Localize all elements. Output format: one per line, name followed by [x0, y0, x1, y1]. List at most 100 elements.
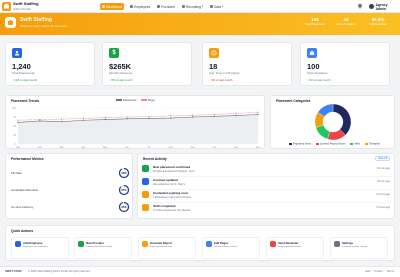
add-employee-button[interactable]: Add Employee Register a new employee — [11, 237, 69, 259]
donut-slice — [332, 103, 352, 136]
chevron-down-icon: ▾ — [221, 5, 224, 8]
nav-data[interactable]: Data ▾ — [208, 3, 225, 10]
edit-pages-button[interactable]: Edit Pages Update website content — [202, 237, 260, 259]
bell-icon — [270, 241, 276, 247]
stat-value: 18 — [209, 62, 218, 71]
data-point — [60, 118, 63, 120]
x-tick-label: Oct — [212, 146, 216, 149]
user-menu[interactable]: Agency Admin — [369, 2, 397, 11]
card-title: Performance Metrics — [11, 157, 44, 161]
clock-icon — [209, 48, 219, 58]
metric-label: On-time Delivery — [11, 205, 34, 209]
header-stat: 156 Total Placements — [305, 17, 325, 26]
document-icon — [142, 178, 149, 185]
settings-button[interactable]: Settings Configure system settings — [330, 237, 388, 259]
x-tick-label: May — [103, 146, 108, 149]
activity-item[interactable]: New placement confirmed RN placed at Mem… — [142, 164, 392, 177]
data-point — [60, 120, 63, 123]
data-point — [257, 113, 259, 116]
x-tick-label: Feb — [38, 146, 43, 149]
user-name: Agency Admin — [375, 2, 388, 11]
page-title: Swift Staffing — [20, 17, 52, 23]
placement-categories-card: Placement Categories Registered Nurse Li… — [270, 95, 395, 149]
logo-icon[interactable] — [2, 2, 11, 11]
data-point — [104, 118, 106, 121]
data-point — [213, 115, 216, 117]
top-nav: Swift Staffing Admin Portal Dashboard Em… — [0, 0, 400, 13]
footer-link[interactable]: Help — [365, 270, 370, 273]
nav-recruiting[interactable]: Recruiting ▾ — [180, 3, 205, 10]
ring-value: 87% — [121, 188, 127, 192]
footer-logo: SWIFT STAFF — [5, 270, 22, 273]
card-title: Recent Activity — [143, 157, 167, 161]
x-tick-label: Jan — [16, 146, 21, 149]
staffing-icon — [5, 17, 16, 28]
x-tick-label: Aug — [169, 146, 174, 149]
stat-trend: ↑ 8% vs last month — [109, 78, 133, 82]
providers-icon — [157, 5, 160, 8]
stat-card-placements[interactable]: 1,240 Total Placements ↑ 12% vs last mon… — [5, 42, 95, 86]
footer-links: Help Privacy Terms — [365, 270, 394, 273]
y-tick-label: 25 — [13, 134, 16, 137]
brand: Swift Staffing Admin Portal — [13, 1, 39, 12]
data-point — [82, 117, 85, 120]
nav-dashboard[interactable]: Dashboard — [100, 3, 125, 10]
activity-sub: 12 shifts completed at City Medical — [153, 209, 190, 212]
activity-sub: RN placed at Memorial Hospital · Unit 4 — [153, 170, 195, 173]
x-tick-label: Jun — [125, 146, 130, 149]
activity-title: Shift completed — [153, 204, 176, 208]
legend-item: Therapists — [364, 143, 380, 146]
footer-link[interactable]: Terms — [387, 270, 394, 273]
page-subtitle: Welcome back. Here's an overview. — [20, 24, 68, 28]
legend-item: Registered Nurse — [289, 143, 311, 146]
activity-sub: 3 RN licenses expire within 30 days — [153, 196, 191, 199]
data-point — [17, 121, 19, 124]
send-reminder-button[interactable]: Send Reminder Notify credential holders — [266, 237, 324, 259]
dollar-icon: $ — [109, 48, 119, 58]
users-icon — [12, 48, 22, 58]
view-all-button[interactable]: View All — [374, 156, 390, 161]
data-point — [104, 117, 106, 119]
ring-value: 92% — [121, 171, 127, 175]
placement-trends-card: Placement Trends Placements Target 0 25 50… — [5, 95, 265, 149]
footer-copyright: © 2025 Swift Staffing Admin Portal. All … — [28, 270, 91, 273]
y-tick-label: 100 — [12, 107, 17, 110]
nav-employees[interactable]: Employees — [128, 3, 152, 10]
new-provider-button[interactable]: New Provider Onboard healthcare facility — [74, 237, 132, 259]
stat-trend: ↑ 5% vs last month — [307, 78, 331, 82]
stat-card-open-positions[interactable]: 100 Open Positions ↑ 5% vs last month — [300, 42, 390, 86]
stat-card-time-to-fill[interactable]: 18 Avg. Time to Fill (days) ↓ 3% vs last… — [202, 42, 292, 86]
activity-title: New placement confirmed — [153, 165, 191, 169]
user-plus-icon — [15, 241, 21, 247]
data-point — [17, 119, 19, 121]
chevron-down-icon: ▾ — [201, 5, 204, 8]
activity-item[interactable]: Shift completed 12 shifts completed at C… — [142, 203, 392, 216]
y-tick-label: 50 — [13, 125, 16, 128]
ring-value: 95% — [121, 205, 127, 209]
stat-value: $265K — [109, 62, 132, 71]
brand-tagline: Admin Portal — [13, 7, 31, 11]
footer-link[interactable]: Privacy — [374, 270, 383, 273]
metric-ring: 92% — [118, 167, 130, 179]
stat-card-revenue[interactable]: $ $265K Monthly Revenue ↑ 8% vs last mon… — [102, 42, 192, 86]
check-icon — [142, 165, 149, 172]
metric-label: Fill Rate — [11, 171, 23, 175]
bell-icon[interactable] — [357, 3, 363, 9]
donut-chart — [314, 103, 352, 141]
stat-trend: ↓ 3% vs last month — [209, 78, 233, 82]
dashboard-icon — [102, 5, 105, 8]
performance-metrics-card: Performance Metrics Fill Rate Candidate … — [5, 153, 133, 219]
nav-providers[interactable]: Providers — [155, 3, 177, 10]
avatar — [369, 4, 374, 9]
data-point — [257, 111, 259, 114]
x-tick-label: Apr — [82, 146, 86, 149]
stat-label: Open Positions — [307, 71, 328, 75]
metric-ring: 87% — [118, 184, 130, 196]
activity-item[interactable]: Contract updated Rate adjustment for St.… — [142, 177, 392, 190]
activity-item[interactable]: Credential expiring soon 3 RN licenses e… — [142, 190, 392, 203]
brand-name: Swift Staffing — [13, 1, 39, 6]
generate-report-button[interactable]: Generate Report Export placement data — [138, 237, 196, 259]
footer: SWIFT STAFF © 2025 Swift Staffing Admin … — [0, 266, 400, 277]
data-point — [213, 113, 216, 116]
stat-label: Total Placements — [12, 71, 35, 75]
